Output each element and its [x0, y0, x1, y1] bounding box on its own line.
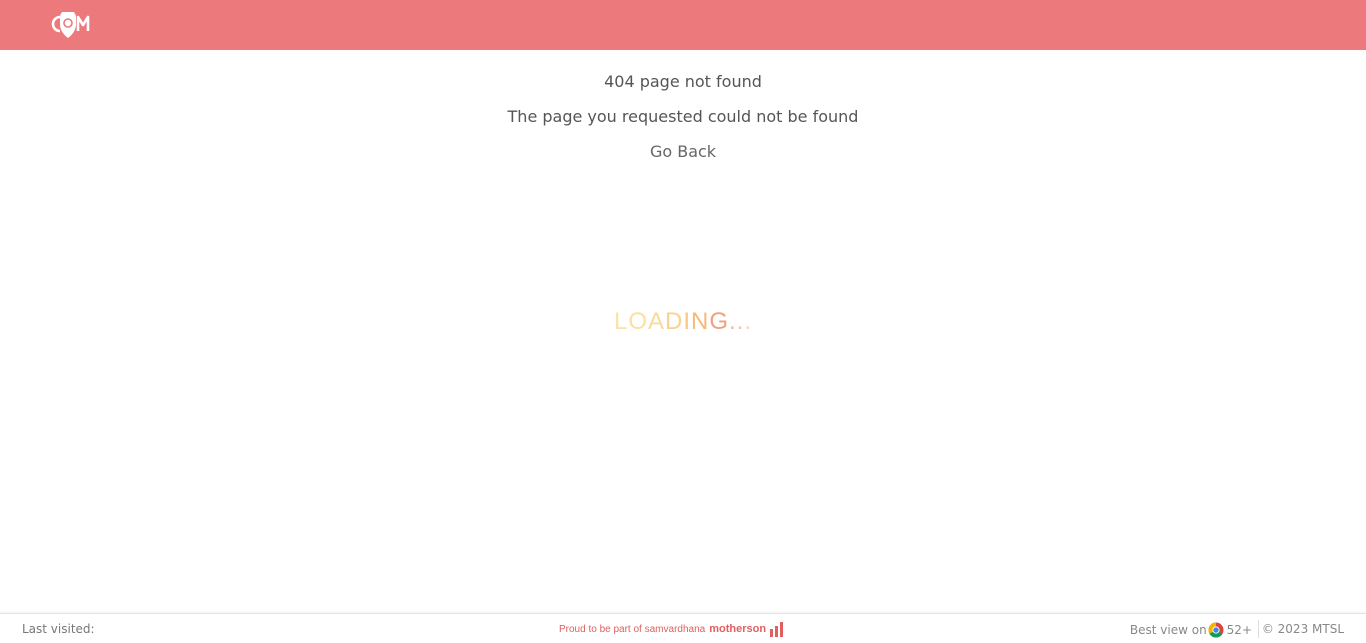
best-view-info: Best view on 52+: [1130, 622, 1252, 638]
motherson-banner: Proud to be part of samvardhana motherso…: [559, 619, 784, 639]
loading-letter: .: [744, 308, 753, 335]
best-view-label: Best view on: [1129, 623, 1207, 637]
loading-letter: I: [683, 308, 692, 335]
browser-version: 52+: [1226, 623, 1252, 637]
brand-name: motherson: [709, 623, 767, 635]
chrome-icon: [1208, 622, 1224, 638]
loading-letter: G: [709, 308, 730, 335]
top-bar: [0, 0, 1366, 50]
loading-letter: D: [665, 308, 684, 335]
loading-letter: O: [628, 308, 648, 335]
loading-letter: N: [691, 308, 710, 335]
loading-letter: .: [736, 308, 745, 335]
error-title: 404 page not found: [604, 72, 762, 91]
last-visited-label: Last visited:: [22, 622, 95, 636]
app-logo-icon[interactable]: [50, 12, 92, 38]
loading-letter: .: [729, 308, 737, 335]
footer: Last visited: Proud to be part of samvar…: [0, 613, 1366, 643]
copyright: © 2023 MTSL: [1261, 622, 1344, 636]
motherson-bars-icon: [770, 622, 784, 637]
error-message: The page you requested could not be foun…: [507, 107, 859, 126]
loading-letter: L: [613, 308, 629, 335]
footer-divider: [1258, 620, 1259, 638]
go-back-link[interactable]: Go Back: [650, 142, 716, 161]
loading-indicator: LOADING...: [0, 308, 1366, 336]
proud-text: Proud to be part of samvardhana: [559, 623, 706, 635]
loading-letter: A: [647, 308, 665, 335]
